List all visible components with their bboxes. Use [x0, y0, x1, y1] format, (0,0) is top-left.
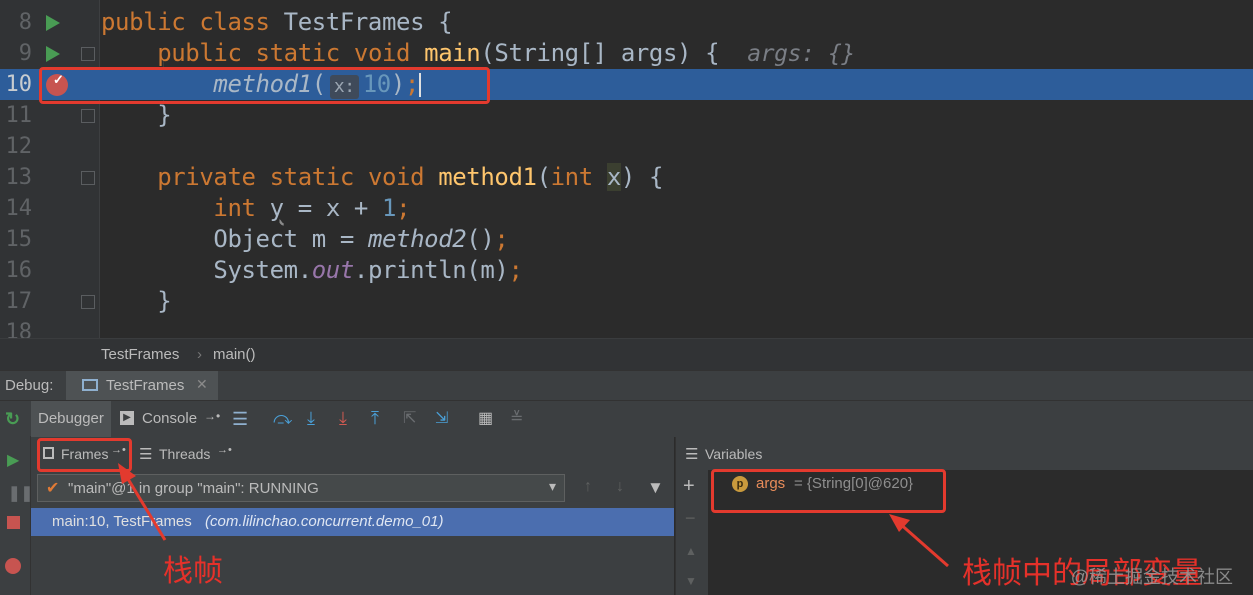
- arrow-head-frames: [118, 463, 136, 484]
- arrow-line-variables: [897, 520, 949, 568]
- annotation-arrows: [118, 463, 949, 568]
- watermark: @稀土掘金技术社区: [1070, 567, 1233, 587]
- arrow-line-frames: [123, 473, 167, 541]
- annotation-frames-label: 栈帧: [163, 554, 223, 589]
